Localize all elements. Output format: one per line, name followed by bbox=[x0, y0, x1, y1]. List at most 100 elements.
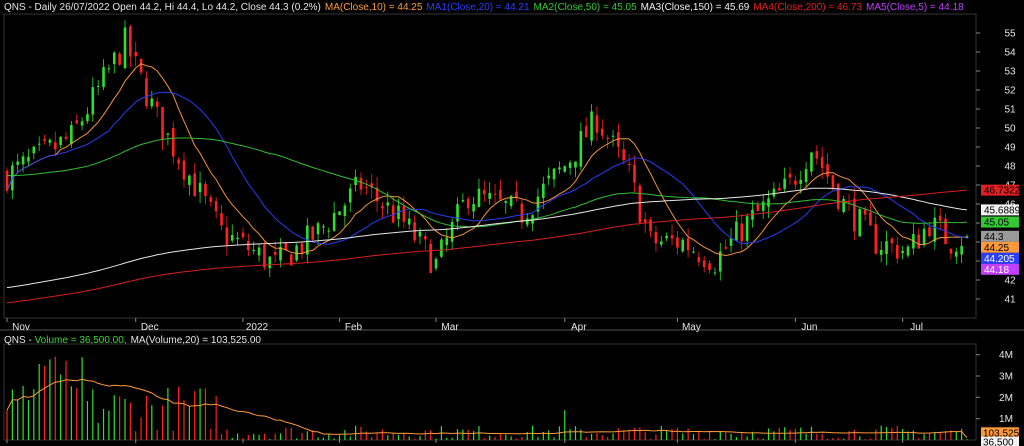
stock-chart[interactable]: 414243444546474849505152535455NovDec2022… bbox=[0, 0, 1024, 446]
volume-bar bbox=[140, 417, 142, 440]
volume-bar bbox=[623, 430, 625, 440]
candle-body bbox=[836, 184, 840, 209]
candle-body bbox=[75, 120, 79, 124]
candle-body bbox=[434, 258, 438, 269]
candle-body bbox=[37, 143, 41, 145]
candle-body bbox=[198, 182, 202, 193]
volume-bar bbox=[596, 432, 598, 440]
candle-body bbox=[188, 175, 191, 185]
candle-body bbox=[788, 173, 792, 178]
volume-bar bbox=[569, 429, 571, 440]
volume-bar bbox=[805, 433, 807, 440]
candle-body bbox=[268, 256, 272, 269]
candle-body bbox=[863, 209, 867, 215]
candle-body bbox=[86, 114, 89, 122]
candle-body bbox=[139, 58, 143, 73]
indicator-label: MA5(Close,5) = 44.18 bbox=[866, 2, 964, 13]
volume-bar bbox=[505, 434, 507, 440]
candle-body bbox=[627, 164, 631, 166]
volume-bar bbox=[54, 356, 56, 440]
candle-body bbox=[938, 215, 942, 221]
volume-bar bbox=[413, 439, 416, 440]
volume-bar bbox=[231, 437, 233, 440]
volume-bar bbox=[226, 429, 228, 440]
volume-tick-label: 1M bbox=[999, 414, 1013, 425]
candle-body bbox=[182, 160, 186, 180]
ma-line-3 bbox=[6, 187, 968, 289]
volume-bar bbox=[741, 432, 743, 440]
volume-bar bbox=[204, 388, 207, 440]
volume-bar bbox=[403, 433, 405, 440]
candle-body bbox=[327, 230, 331, 232]
candle-body bbox=[252, 250, 256, 252]
volume-bar bbox=[376, 433, 378, 440]
volume-bar bbox=[687, 428, 689, 440]
candle-body bbox=[16, 161, 20, 165]
volume-bar bbox=[762, 438, 764, 440]
volume-bar bbox=[387, 435, 389, 440]
candle-body bbox=[21, 156, 25, 165]
candle-body bbox=[681, 239, 685, 252]
candle-body bbox=[670, 235, 674, 239]
volume-bar bbox=[129, 402, 131, 440]
candle-body bbox=[236, 237, 239, 240]
volume-bar bbox=[22, 385, 24, 440]
volume-bar bbox=[896, 426, 898, 440]
volume-bar bbox=[76, 388, 78, 440]
candle-body bbox=[96, 85, 100, 87]
candle-body bbox=[225, 227, 229, 245]
candle-body bbox=[381, 205, 384, 209]
volume-bar bbox=[135, 431, 137, 440]
candle-body bbox=[756, 204, 760, 212]
volume-bar bbox=[81, 357, 83, 440]
volume-bar bbox=[151, 405, 153, 440]
volume-prefix: QNS - bbox=[4, 335, 35, 346]
volume-bar bbox=[628, 429, 630, 440]
candle-body bbox=[702, 260, 706, 268]
volume-ma-label: MA(Volume,20) = 103,525.00 bbox=[130, 335, 261, 346]
candle-body bbox=[461, 200, 465, 202]
volume-bar bbox=[483, 438, 485, 440]
volume-bar bbox=[119, 396, 121, 440]
volume-bar bbox=[161, 405, 164, 440]
volume-bar bbox=[885, 426, 888, 440]
volume-bar bbox=[27, 400, 30, 440]
volume-label: Volume = 36,500.00, bbox=[34, 335, 127, 346]
candle-body bbox=[954, 251, 958, 257]
volume-bar bbox=[124, 398, 126, 440]
volume-bar bbox=[789, 429, 791, 440]
volume-bar bbox=[891, 427, 893, 440]
volume-bar bbox=[70, 386, 72, 440]
candle-body bbox=[890, 238, 894, 244]
month-label: Jul bbox=[910, 322, 923, 333]
candle-body bbox=[112, 52, 116, 65]
volume-bar bbox=[548, 430, 550, 440]
candle-body bbox=[901, 251, 904, 254]
volume-bar bbox=[462, 429, 464, 440]
candle-body bbox=[665, 235, 668, 239]
candle-body bbox=[91, 87, 95, 115]
indicator-label: MA1(Close,20) = 44.21 bbox=[426, 2, 530, 13]
volume-tick-label: 3M bbox=[999, 372, 1013, 383]
volume-bar bbox=[489, 435, 491, 440]
price-tick-label: 52 bbox=[1004, 86, 1016, 97]
candle-body bbox=[316, 223, 320, 235]
volume-bar bbox=[33, 389, 35, 440]
volume-bar bbox=[810, 426, 813, 440]
volume-bar bbox=[725, 432, 727, 440]
candle-body bbox=[155, 101, 159, 107]
volume-bar bbox=[178, 386, 180, 440]
volume-bar bbox=[832, 438, 834, 440]
volume-bar bbox=[961, 429, 963, 440]
volume-bar bbox=[816, 433, 818, 440]
candle-body bbox=[214, 201, 218, 212]
volume-bar bbox=[537, 437, 539, 440]
volume-bar bbox=[955, 432, 957, 440]
candle-body bbox=[145, 78, 148, 107]
candle-body bbox=[466, 198, 470, 209]
volume-label-text: 36,500 bbox=[983, 438, 1014, 446]
candle-body bbox=[220, 213, 223, 226]
volume-bar bbox=[853, 429, 855, 440]
volume-bar bbox=[145, 395, 148, 440]
volume-bar bbox=[381, 429, 384, 440]
